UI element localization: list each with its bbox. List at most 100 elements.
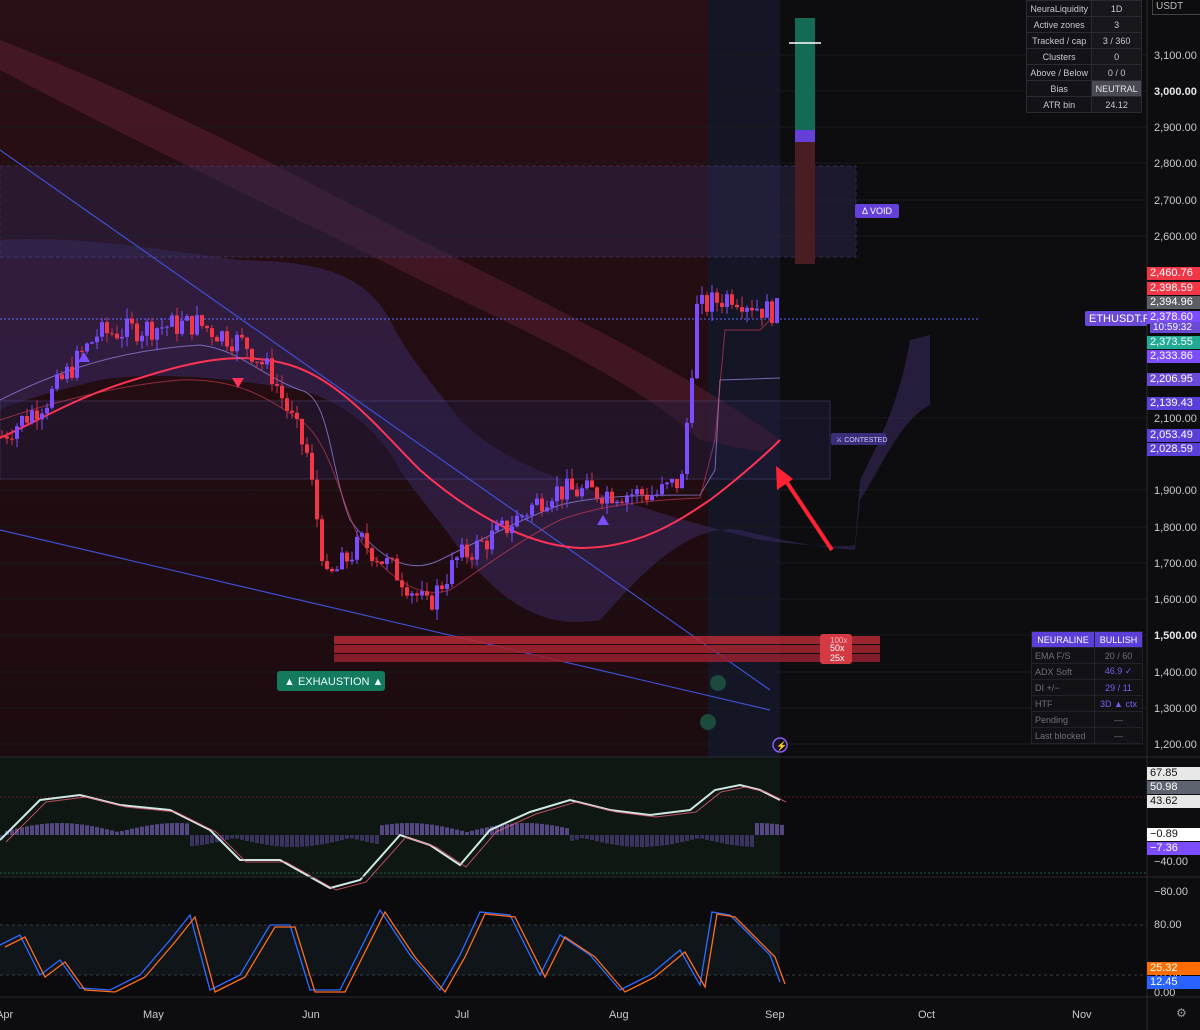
info-label: NeuraLiquidity — [1025, 0, 1093, 17]
osc1-hist-bar — [20, 827, 24, 835]
x-tick-label: Apr — [0, 1009, 13, 1021]
osc1-hist-bar — [40, 824, 44, 835]
osc1-hist-bar — [70, 823, 74, 835]
candle-body — [360, 533, 364, 537]
y-tick-label: 1,700.00 — [1154, 558, 1197, 570]
candle-body — [250, 348, 254, 362]
candle-body — [80, 350, 84, 352]
candle-body — [590, 480, 594, 488]
osc1-hist-bar — [630, 835, 634, 847]
info-value: 0 — [1091, 48, 1142, 65]
candle-body — [205, 325, 209, 329]
candle-body — [470, 557, 474, 560]
info-label: ATR bin — [1025, 96, 1093, 113]
candle-body — [190, 315, 194, 335]
candle-body — [175, 315, 179, 334]
lightning-glyph: ⚡ — [776, 740, 787, 752]
candle-body — [60, 374, 64, 379]
candle-body — [115, 333, 119, 339]
osc1-hist-bar — [745, 835, 749, 847]
candle-body — [580, 488, 584, 497]
osc1-hist-bar — [725, 835, 729, 845]
osc1-hist-bar — [210, 835, 214, 844]
osc1-hist-bar — [560, 827, 564, 835]
candle-body — [535, 498, 539, 505]
info-label: Tracked / cap — [1025, 32, 1093, 49]
osc1-hist-bar — [550, 825, 554, 835]
neuraline-row: Last blocked — — [1030, 727, 1143, 744]
oscillator-badge: 12.45 — [1147, 976, 1200, 989]
candle-body — [510, 526, 514, 534]
candle-body — [180, 320, 184, 334]
osc1-hist-bar — [415, 823, 419, 835]
void-label: Δ VOID — [862, 206, 893, 216]
osc1-hist-bar — [480, 828, 484, 835]
osc1-hist-bar — [315, 835, 319, 846]
currency-selector[interactable]: USDT — [1152, 0, 1200, 15]
settings-gear-icon[interactable]: ⚙ — [1176, 1006, 1187, 1020]
candle-body — [375, 561, 379, 563]
void-zone — [0, 165, 857, 258]
candle-body — [695, 303, 699, 379]
osc1-hist-bar — [405, 823, 409, 835]
candle-body — [330, 568, 334, 572]
candle-body — [290, 410, 294, 413]
info-value: NEUTRAL — [1091, 80, 1142, 97]
osc1-hist-bar — [260, 835, 264, 845]
osc1-hist-bar — [740, 835, 744, 847]
candle-body — [70, 366, 74, 378]
price-badge: 2,398.59 — [1147, 282, 1200, 295]
y-tick-label: 2,900.00 — [1154, 122, 1197, 134]
osc1-hist-bar — [225, 835, 229, 840]
osc1-hist-bar — [430, 824, 434, 835]
osc1-hist-bar — [385, 824, 389, 835]
candle-body — [565, 478, 569, 500]
osc1-hist-bar — [175, 823, 179, 835]
candle-body — [90, 342, 94, 344]
osc1-hist-bar — [665, 835, 669, 845]
y-tick-label: 1,200.00 — [1154, 739, 1197, 751]
candle-body — [45, 407, 49, 414]
osc1-hist-bar — [185, 823, 189, 835]
osc1-hist-bar — [675, 835, 679, 844]
osc1-hist-bar — [435, 825, 439, 835]
osc1-hist-bar — [125, 829, 129, 835]
osc1-hist-bar — [265, 835, 269, 845]
price-badge: 2,053.49 — [1147, 429, 1200, 442]
candle-body — [415, 593, 419, 596]
osc1-hist-bar — [205, 835, 209, 845]
osc1-hist-bar — [305, 835, 309, 847]
candle-body — [285, 398, 289, 411]
candle-body — [95, 336, 99, 343]
price-chart[interactable]: ⚡ 3,100.00 3,000.00 2,900.00 2,800.00 2,700.… — [0, 0, 1200, 1030]
candle-body — [325, 561, 329, 569]
osc1-hist-bar — [90, 826, 94, 835]
osc1-hist-bar — [270, 835, 274, 846]
contested-zone — [0, 400, 831, 480]
neuraline-value: 3D ▲ ctx — [1094, 695, 1143, 712]
osc1-hist-bar — [85, 825, 89, 835]
oscillator-badge: −7.36 — [1147, 842, 1200, 855]
candle-body — [615, 501, 619, 504]
candle-body — [665, 482, 669, 485]
osc1-hist-bar — [525, 823, 529, 835]
candle-body — [450, 560, 454, 585]
candle-body — [775, 298, 779, 324]
candle-body — [750, 307, 754, 311]
osc1-hist-bar — [320, 835, 324, 845]
candle-body — [340, 552, 344, 570]
candle-body — [395, 558, 399, 581]
candle-body — [455, 557, 459, 561]
candle-body — [495, 524, 499, 531]
candle-body — [85, 343, 89, 352]
neuraline-value: — — [1094, 711, 1143, 728]
y-tick-label: 1,900.00 — [1154, 485, 1197, 497]
osc1-hist-bar — [55, 823, 59, 835]
osc1-hist-bar — [660, 835, 664, 846]
osc1-hist-bar — [155, 824, 159, 835]
info-value: 24.12 — [1091, 96, 1142, 113]
price-badge: 2,206.95 — [1147, 373, 1200, 386]
y-tick-label: 3,000.00 — [1154, 86, 1197, 98]
candle-body — [235, 334, 239, 352]
candle-body — [5, 436, 9, 439]
